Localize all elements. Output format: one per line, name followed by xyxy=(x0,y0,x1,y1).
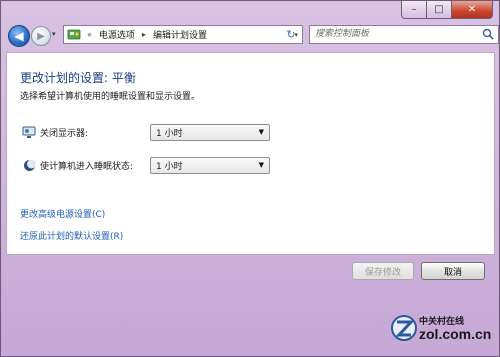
sleep-value: 1 小时 xyxy=(156,162,183,172)
page-subtitle: 选择希望计算机使用的睡眠设置和显示设置。 xyxy=(20,92,201,102)
refresh-button[interactable]: ↻ xyxy=(279,25,303,44)
back-button[interactable]: ◀ xyxy=(8,25,30,47)
recent-pages-dropdown[interactable]: ▾ xyxy=(52,30,56,38)
minimize-button[interactable]: – xyxy=(401,1,427,19)
save-changes-button[interactable]: 保存修改 xyxy=(352,262,414,280)
address-overflow[interactable]: « xyxy=(84,30,95,39)
caption-buttons: – □ ✕ xyxy=(401,1,493,19)
close-button[interactable]: ✕ xyxy=(452,1,493,19)
maximize-button[interactable]: □ xyxy=(427,1,452,19)
breadcrumb-edit-plan-settings[interactable]: 编辑计划设置 xyxy=(149,28,211,41)
display-off-select[interactable]: 1 小时 ▼ xyxy=(150,124,270,141)
sleep-row: 使计算机进入睡眠状态: xyxy=(22,156,133,174)
zol-logo-icon xyxy=(391,315,417,341)
search-input[interactable]: 搜索控制面板 xyxy=(309,25,499,44)
display-off-label: 关闭显示器: xyxy=(40,128,89,139)
breadcrumb-power-options[interactable]: 电源选项 xyxy=(95,28,139,41)
restore-defaults-link[interactable]: 还原此计划的默认设置(R) xyxy=(20,229,123,242)
control-panel-icon xyxy=(66,28,82,42)
chevron-down-icon: ▼ xyxy=(258,128,264,136)
display-off-row: 关闭显示器: xyxy=(22,123,88,141)
zol-watermark: 中关村在线 zol.com.cn xyxy=(391,312,491,348)
forward-arrow-icon: ▶ xyxy=(37,30,45,42)
control-panel-window: – □ ✕ ◀ ▶ ▾ « 电源选项 ▸ 编辑计划设置 ▾ ↻ 搜索控制面板 更… xyxy=(0,0,500,357)
navigation-bar: ◀ ▶ ▾ « 电源选项 ▸ 编辑计划设置 ▾ ↻ 搜索控制面板 xyxy=(5,22,499,48)
content-panel: 更改计划的设置: 平衡 选择希望计算机使用的睡眠设置和显示设置。 关闭显示器: … xyxy=(6,52,495,255)
page-title: 更改计划的设置: 平衡 xyxy=(20,71,136,85)
watermark-site: zol.com.cn xyxy=(419,326,492,342)
refresh-icon: ↻ xyxy=(286,28,296,41)
search-placeholder: 搜索控制面板 xyxy=(315,29,370,39)
breadcrumb-separator-icon[interactable]: ▸ xyxy=(139,30,149,39)
sleep-label: 使计算机进入睡眠状态: xyxy=(40,161,134,172)
forward-button[interactable]: ▶ xyxy=(31,26,51,46)
back-arrow-icon: ◀ xyxy=(14,29,24,43)
sleep-select[interactable]: 1 小时 ▼ xyxy=(150,157,270,174)
search-icon[interactable] xyxy=(482,28,494,47)
chevron-down-icon: ▼ xyxy=(258,161,264,169)
moon-icon xyxy=(22,158,36,172)
cancel-button[interactable]: 取消 xyxy=(421,262,485,280)
address-bar[interactable]: « 电源选项 ▸ 编辑计划设置 ▾ xyxy=(63,25,303,44)
advanced-power-settings-link[interactable]: 更改高级电源设置(C) xyxy=(20,207,105,220)
display-off-value: 1 小时 xyxy=(156,129,183,139)
monitor-icon xyxy=(22,125,36,139)
